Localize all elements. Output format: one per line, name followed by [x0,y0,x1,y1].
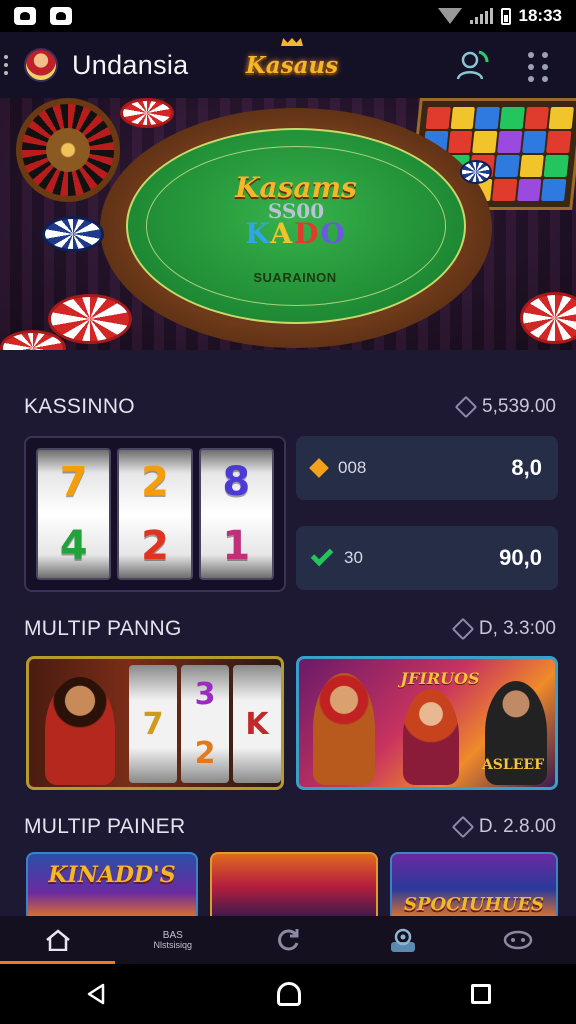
stat-label: 30 [344,548,363,567]
home-icon [45,929,70,951]
tab-bets[interactable]: BAS Nlstsisiqg [115,916,230,964]
more-apps-icon[interactable] [528,52,550,82]
game-tile[interactable]: KINADD'S [26,852,198,918]
reel-symbol: 2 [141,523,169,569]
check-icon [310,543,334,567]
hero-subtitle: KADO [245,217,347,250]
section-header: KASSINNO 5,539.00 [24,392,556,422]
avatar[interactable] [24,48,58,82]
crown-icon [281,38,303,46]
roulette-icon [16,98,120,202]
game-tile[interactable] [210,852,378,918]
app-title: Undansia [72,49,189,80]
chip-icon [42,216,104,252]
wifi-icon [437,8,462,24]
reel-symbol: 1 [222,523,251,569]
tile-title: SPOCIUHUES [403,894,545,915]
section-meta-value: D, 3.3:00 [478,618,556,639]
stat-value: 90,0 [499,545,542,570]
reel-symbol: 7 [59,459,88,505]
character-image [45,677,115,785]
stat-label: 008 [338,458,367,477]
brand-logo: Kasaus [244,38,340,88]
recents-icon[interactable] [471,984,491,1004]
game-icon [504,930,533,950]
support-icon [391,928,416,952]
reel-symbol: 3 [194,677,216,712]
home-nav-icon[interactable] [277,982,301,1006]
section-meta-value: 5,539.00 [482,396,556,417]
game-card[interactable]: JFIRUOS ASLEEF [296,656,558,790]
section-header: MULTIP PAINER D. 2.8.00 [24,812,556,842]
diamond-icon [454,395,478,419]
account-icon[interactable] [455,48,489,82]
character-image [403,689,459,785]
reel-symbol: 2 [141,459,169,505]
back-icon[interactable] [85,982,107,1006]
reel-symbol: 7 [142,706,164,742]
slot-machine[interactable]: 7 4 2 2 8 1 [24,436,286,592]
tile-title: KINADD'S [48,862,176,888]
menu-icon[interactable] [4,55,10,75]
reel-symbol: 2 [194,736,216,771]
refresh-icon [278,929,299,951]
diamond-icon [451,617,475,641]
section-title: MULTIP PANNG [24,617,182,640]
tab-label: BAS [162,929,183,941]
chip-icon [48,294,132,344]
section-title: MULTIP PAINER [24,815,186,838]
bottom-tab-bar: BAS Nlstsisiqg [0,916,576,964]
system-nav-bar [0,964,576,1024]
chip-icon [120,98,174,128]
reel: 7 [129,665,177,783]
reel: K [233,665,281,783]
main-content: KASSINNO 5,539.00 7 4 2 2 8 1 008 8,0 30… [0,350,576,918]
battery-icon [500,7,511,25]
cloud-icon [50,7,72,25]
reel: 7 4 [36,448,112,580]
section-title: KASSINNO [24,395,135,418]
diamond-icon [451,815,475,839]
reel: 2 2 [117,448,193,580]
reel-symbol: 8 [222,459,251,505]
reel: 8 1 [198,448,274,580]
tab-support[interactable] [346,916,461,964]
chip-icon [460,160,492,184]
hero-table-text: SUARAINON [253,270,337,285]
game-title: JFIRUOS [400,669,480,688]
game-subtitle: ASLEEF [481,757,545,773]
reel-symbol: 4 [59,523,88,569]
stat-card[interactable]: 30 90,0 [296,526,558,590]
game-tile[interactable]: SPOCIUHUES [390,852,558,918]
stat-value: 8,0 [511,455,542,480]
tab-home[interactable] [0,916,116,964]
status-time: 18:33 [518,6,562,25]
reel: 3 2 [181,665,229,783]
tab-label: Nlstsisiqg [153,939,193,950]
tab-refresh[interactable] [230,916,345,964]
game-card[interactable]: 7 3 2 K [26,656,284,790]
status-bar: 18:33 [0,0,576,32]
app-header: Undansia Kasaus [0,32,576,98]
reel-symbol: K [245,706,269,742]
signal-icon [469,8,493,24]
character-image [313,673,375,785]
section-meta-value: D. 2.8.00 [478,816,556,837]
hero-banner[interactable]: Kasams SS00 KADO SUARAINON [0,98,576,350]
heart-icon [309,458,329,478]
tab-games[interactable] [461,916,576,964]
notification-icon [14,7,36,25]
section-header: MULTIP PANNG D, 3.3:00 [24,614,556,644]
stat-card[interactable]: 008 8,0 [296,436,558,500]
